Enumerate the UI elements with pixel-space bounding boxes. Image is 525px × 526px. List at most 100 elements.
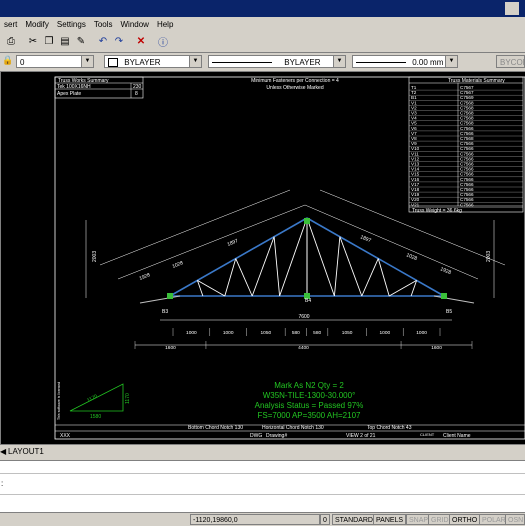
lineweight-combo[interactable]: 0.00 mm ▼ bbox=[352, 55, 458, 68]
dim-label: 1928 bbox=[139, 272, 152, 282]
footer-sheet: VIEW 2 of 21 bbox=[346, 433, 376, 439]
overall-dim-label: 1600 bbox=[431, 345, 442, 351]
plotstyle-combo[interactable]: BYCOLOR bbox=[496, 55, 525, 68]
fasteners-note: Minimum Fasteners per Connection = 4 bbox=[251, 78, 339, 84]
top-chord-right[interactable] bbox=[306, 217, 445, 297]
layer-lock-icon[interactable]: 🔒 bbox=[2, 55, 16, 68]
materials-table: Truss Materials Summary T1 C7567T2 C7567B1… bbox=[408, 76, 524, 214]
menu-settings[interactable]: Settings bbox=[53, 20, 90, 29]
menu-window[interactable]: Window bbox=[117, 20, 153, 29]
overall-span: 7600 bbox=[298, 314, 309, 320]
dim-label: 1897 bbox=[359, 234, 372, 244]
menu-tools[interactable]: Tools bbox=[90, 20, 117, 29]
menu-help[interactable]: Help bbox=[153, 20, 177, 29]
type-text: W35N-TILE-1300-30.000° bbox=[263, 391, 356, 400]
web-member[interactable] bbox=[306, 217, 335, 297]
chevron-down-icon[interactable]: ▼ bbox=[445, 56, 457, 67]
standard-toolbar: ⎙ ✂ ❐ ▤ ✎ ↶ ↷ ✕ ⓘ bbox=[0, 31, 525, 53]
menu-insert[interactable]: sert bbox=[0, 20, 21, 29]
web-spacing-label: 1000 bbox=[223, 330, 234, 336]
web-member[interactable] bbox=[361, 258, 379, 297]
web-spacing-label: 1000 bbox=[186, 330, 197, 336]
bottom-chord-label: B4 bbox=[305, 298, 311, 304]
tab-layout1[interactable]: LAYOUT1 bbox=[8, 446, 44, 458]
web-member[interactable] bbox=[197, 280, 226, 297]
command-window[interactable]: : bbox=[0, 460, 525, 513]
web-member[interactable] bbox=[333, 236, 341, 297]
drawing-canvas[interactable]: Truss Works Summary Tek 100X16NH 230 Ape… bbox=[0, 72, 525, 444]
truss-works-row-label: Tek 100X16NH bbox=[57, 84, 91, 90]
web-member[interactable] bbox=[339, 236, 363, 297]
web-member[interactable] bbox=[235, 258, 253, 297]
heel-left-label: B3 bbox=[162, 309, 168, 315]
command-divider bbox=[0, 494, 525, 495]
status-zero: 0 bbox=[320, 514, 330, 525]
heel-left[interactable] bbox=[139, 295, 181, 304]
fasteners-note: Unless Otherwise Marked bbox=[266, 85, 323, 91]
dim-label: 1028 bbox=[405, 252, 418, 262]
redo-icon[interactable]: ↷ bbox=[112, 34, 126, 48]
mark-text: Mark As N2 Qty = 2 bbox=[274, 381, 344, 390]
linetype-value: BYLAYER bbox=[284, 58, 321, 67]
chevron-down-icon[interactable]: ▼ bbox=[81, 56, 93, 67]
linetype-combo[interactable]: BYLAYER ▼ bbox=[208, 55, 346, 68]
top-dimensions bbox=[99, 189, 506, 280]
menu-modify[interactable]: Modify bbox=[21, 20, 53, 29]
dim-label: 1928 bbox=[439, 266, 452, 276]
layout-tabs: ◀ LAYOUT1 bbox=[0, 444, 525, 460]
web-member[interactable] bbox=[273, 236, 281, 297]
web-member[interactable] bbox=[279, 217, 308, 297]
menu-bar: sert Modify Settings Tools Window Help bbox=[0, 17, 525, 31]
overall-dim-label: 4400 bbox=[298, 345, 309, 351]
web-member[interactable] bbox=[251, 236, 275, 297]
tab-scroll-icon[interactable]: ◀ bbox=[0, 446, 6, 458]
web-spacing-label: 580 bbox=[313, 330, 321, 336]
coordinates-readout: -1120,19860,0 bbox=[190, 514, 320, 525]
truss-weight: Truss Weight = 36.6kg bbox=[412, 208, 462, 214]
footer-top-chord: Top Chord Notch 43 bbox=[367, 425, 412, 431]
status-bar: -1120,19860,0 0 STANDARD PANELS SNAP GRI… bbox=[0, 512, 525, 526]
height-label-right: 2003 bbox=[486, 251, 492, 262]
properties-toolbar: 🔒 0 ▼ BYLAYER ▼ BYLAYER ▼ 0.00 mm ▼ BYCO… bbox=[0, 53, 525, 72]
close-icon[interactable]: ✕ bbox=[134, 34, 148, 48]
copy-icon[interactable]: ❐ bbox=[42, 34, 56, 48]
web-spacing-label: 580 bbox=[292, 330, 300, 336]
web-spacing-label: 1000 bbox=[416, 330, 427, 336]
help-icon[interactable]: ⓘ bbox=[156, 34, 170, 49]
match-properties-icon[interactable]: ✎ bbox=[74, 34, 88, 48]
material-section: C7566 bbox=[460, 202, 474, 207]
chevron-down-icon[interactable]: ▼ bbox=[333, 56, 345, 67]
truss-works-table: Truss Works Summary Tek 100X16NH 230 Ape… bbox=[54, 76, 144, 99]
footer-client-name: Client Name bbox=[443, 433, 471, 439]
connector-plate bbox=[304, 218, 310, 224]
truss-geometry[interactable]: B4 B3 B5 bbox=[139, 217, 475, 315]
print-icon[interactable]: ⎙ bbox=[4, 34, 18, 48]
pitch-triangle: 1580 1170 1170 bbox=[69, 383, 131, 420]
standard-button[interactable]: STANDARD bbox=[332, 514, 376, 525]
dim-label: 1897 bbox=[227, 238, 240, 248]
command-prompt[interactable]: : bbox=[1, 478, 525, 490]
title-bar bbox=[0, 0, 525, 17]
web-member[interactable] bbox=[388, 280, 417, 297]
panels-button[interactable]: PANELS bbox=[373, 514, 407, 525]
color-value: BYLAYER bbox=[124, 58, 161, 67]
overall-dim-label: 1600 bbox=[165, 345, 176, 351]
pitch-horizontal: 1580 bbox=[90, 414, 101, 420]
chevron-down-icon[interactable]: ▼ bbox=[189, 56, 201, 67]
height-label-left: 2003 bbox=[92, 251, 98, 262]
paste-icon[interactable]: ▤ bbox=[58, 34, 72, 48]
overall-dims: 1600 4400 1600 bbox=[134, 341, 473, 351]
truss-works-row-label: Apex Plate bbox=[57, 91, 81, 97]
osnap-button[interactable]: OSN bbox=[505, 514, 525, 525]
footer-drawing: Drawing# bbox=[266, 433, 287, 439]
heel-right[interactable] bbox=[433, 295, 475, 304]
top-chord-left[interactable] bbox=[169, 217, 308, 297]
web-spacing-label: 1000 bbox=[379, 330, 390, 336]
layer-combo[interactable]: 0 ▼ bbox=[16, 55, 94, 68]
ortho-button[interactable]: ORTHO bbox=[449, 514, 481, 525]
grid-button[interactable]: GRID bbox=[428, 514, 452, 525]
truss-works-row-value: 230 bbox=[133, 84, 142, 90]
undo-icon[interactable]: ↶ bbox=[96, 34, 110, 48]
color-combo[interactable]: BYLAYER ▼ bbox=[104, 55, 202, 68]
cut-icon[interactable]: ✂ bbox=[26, 34, 40, 48]
